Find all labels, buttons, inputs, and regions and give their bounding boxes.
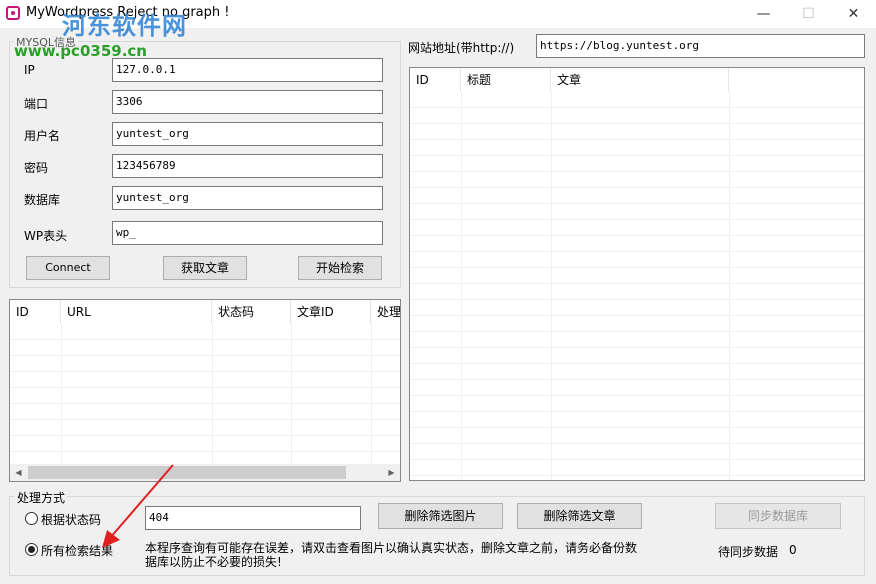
articles-list[interactable]: ID 标题 文章 (409, 67, 865, 481)
watermark-title: 河东软件网 (62, 12, 187, 40)
minimize-button[interactable]: — (741, 0, 786, 28)
table-row[interactable] (410, 316, 864, 332)
username-label: 用户名 (24, 129, 61, 143)
radio-by-status[interactable] (25, 512, 38, 525)
articles-col-title[interactable]: 标题 (461, 68, 551, 92)
articles-list-header: ID 标题 文章 (410, 68, 864, 92)
table-row[interactable] (410, 396, 864, 412)
results-hscrollbar[interactable]: ◀ ▶ (10, 464, 400, 481)
table-row[interactable] (410, 252, 864, 268)
table-row[interactable] (10, 372, 400, 388)
close-button[interactable]: ✕ (831, 0, 876, 28)
table-row[interactable] (410, 268, 864, 284)
results-list[interactable]: ID URL 状态码 文章ID 处理 ◀ ▶ (9, 299, 401, 482)
watermark-url: www.pc0359.cn (14, 42, 147, 60)
ip-input[interactable]: 127.0.0.1 (112, 58, 383, 82)
articles-col-id[interactable]: ID (410, 68, 461, 92)
table-row[interactable] (410, 284, 864, 300)
database-input[interactable]: yuntest_org (112, 186, 383, 210)
articles-rows (410, 92, 864, 480)
table-prefix-label: WP表头 (24, 229, 68, 243)
radio-all-results[interactable] (25, 543, 38, 556)
pending-sync-count: 0 (789, 543, 797, 557)
warning-note: 本程序查询有可能存在误差，请双击查看图片以确认真实状态，删除文章之前，请务必备份… (145, 541, 638, 569)
results-col-status[interactable]: 状态码 (212, 300, 291, 324)
database-label: 数据库 (24, 193, 61, 207)
maximize-button[interactable]: ☐ (786, 0, 831, 28)
pending-sync-label: 待同步数据 (718, 545, 779, 559)
table-row[interactable] (410, 332, 864, 348)
site-url-label: 网站地址(带http://) (408, 41, 515, 55)
port-label: 端口 (24, 97, 49, 111)
annotation-arrow-icon (102, 464, 174, 548)
table-row[interactable] (410, 380, 864, 396)
table-row[interactable] (10, 324, 400, 340)
table-row[interactable] (410, 204, 864, 220)
table-row[interactable] (410, 460, 864, 476)
articles-col-article[interactable]: 文章 (551, 68, 729, 92)
connect-button[interactable]: Connect (26, 256, 110, 280)
table-row[interactable] (410, 140, 864, 156)
table-row[interactable] (10, 356, 400, 372)
table-row[interactable] (410, 156, 864, 172)
results-col-article-id[interactable]: 文章ID (291, 300, 371, 324)
results-col-process[interactable]: 处理 (371, 300, 400, 324)
table-row[interactable] (410, 300, 864, 316)
table-row[interactable] (10, 340, 400, 356)
table-prefix-input[interactable]: wp_ (112, 221, 383, 245)
results-list-header: ID URL 状态码 文章ID 处理 (10, 300, 400, 324)
port-input[interactable]: 3306 (112, 90, 383, 114)
table-row[interactable] (410, 428, 864, 444)
delete-images-button[interactable]: 删除筛选图片 (378, 503, 503, 529)
table-row[interactable] (410, 220, 864, 236)
scroll-left-icon[interactable]: ◀ (10, 464, 27, 481)
table-row[interactable] (410, 236, 864, 252)
table-row[interactable] (410, 412, 864, 428)
delete-articles-button[interactable]: 删除筛选文章 (517, 503, 642, 529)
password-input[interactable]: 123456789 (112, 154, 383, 178)
results-col-id[interactable]: ID (10, 300, 61, 324)
table-row[interactable] (10, 420, 400, 436)
app-icon (6, 6, 20, 20)
table-row[interactable] (410, 172, 864, 188)
table-row[interactable] (410, 92, 864, 108)
start-search-button[interactable]: 开始检索 (298, 256, 382, 280)
password-label: 密码 (24, 161, 49, 175)
table-row[interactable] (410, 188, 864, 204)
results-rows (10, 324, 400, 468)
scroll-right-icon[interactable]: ▶ (383, 464, 400, 481)
table-row[interactable] (410, 124, 864, 140)
ip-label: IP (24, 63, 35, 77)
site-url-input[interactable]: https://blog.yuntest.org (536, 34, 865, 58)
table-row[interactable] (10, 404, 400, 420)
table-row[interactable] (10, 436, 400, 452)
results-col-url[interactable]: URL (61, 300, 212, 324)
username-input[interactable]: yuntest_org (112, 122, 383, 146)
table-row[interactable] (410, 444, 864, 460)
table-row[interactable] (10, 388, 400, 404)
sync-database-button[interactable]: 同步数据库 (715, 503, 841, 529)
fetch-articles-button[interactable]: 获取文章 (163, 256, 247, 280)
table-row[interactable] (410, 348, 864, 364)
process-group-title: 处理方式 (15, 489, 68, 506)
table-row[interactable] (410, 364, 864, 380)
table-row[interactable] (410, 108, 864, 124)
